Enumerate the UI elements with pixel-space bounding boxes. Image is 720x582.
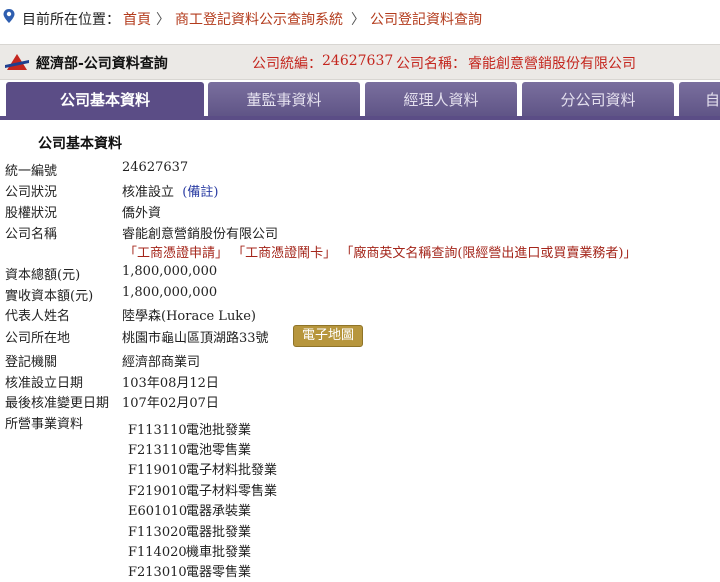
field-label: 公司名稱 — [5, 227, 58, 242]
field-label: 統一編號 — [5, 164, 58, 179]
field-row-status: 公司狀況 核准設立 (備註) — [0, 181, 720, 201]
breadcrumb-system-link[interactable]: 商工登記資料公示查詢系統 — [175, 9, 343, 29]
breadcrumb-current-link[interactable]: 公司登記資料查詢 — [370, 9, 482, 29]
business-item: F113110電池批發業 — [128, 419, 251, 438]
field-row-authority: 登記機關 經濟部商業司 — [0, 351, 720, 371]
tab-basic-info[interactable]: 公司基本資料 — [6, 82, 204, 120]
field-label: 實收資本額(元) — [5, 289, 94, 304]
business-code: F114020 — [128, 545, 187, 560]
field-value: 1,800,000,000 — [122, 264, 218, 279]
field-value: 僑外資 — [122, 206, 162, 221]
ban-label: 公司統編： — [252, 56, 322, 72]
field-label: 代表人姓名 — [5, 309, 71, 324]
field-label: 資本總額(元) — [5, 268, 81, 283]
field-value: 24627637 — [122, 160, 189, 175]
business-name: 電池批發業 — [186, 423, 252, 438]
breadcrumb-separator: 〉 — [351, 12, 365, 28]
field-row-approved: 核准設立日期 103年08月12日 — [0, 372, 720, 392]
breadcrumb-here-label: 目前所在位置： — [22, 12, 120, 28]
field-label: 股權狀況 — [5, 206, 58, 221]
business-name: 電池零售業 — [186, 443, 252, 458]
breadcrumb-home-link[interactable]: 首頁 — [123, 9, 151, 29]
field-label: 核准設立日期 — [5, 376, 84, 391]
field-row-ban: 統一編號 24627637 — [0, 160, 720, 180]
business-item: F219010電子材料零售業 — [128, 480, 277, 499]
business-code: E601010 — [128, 504, 188, 519]
business-code: F213110 — [128, 443, 187, 458]
business-item: F114020機車批發業 — [128, 541, 251, 560]
company-name-label: 公司名稱： — [396, 56, 466, 72]
department-title: 經濟部-公司資料查詢 — [36, 56, 168, 72]
field-value: 桃園市龜山區頂湖路33號 — [122, 331, 269, 346]
cert-apply-link[interactable]: 「工商憑證申請」 — [124, 246, 228, 261]
field-row-ownership: 股權狀況 僑外資 — [0, 202, 720, 222]
business-name: 電器批發業 — [186, 525, 252, 540]
tab-directors[interactable]: 董監事資料 — [208, 82, 360, 118]
business-item: E601010電器承裝業 — [128, 500, 251, 519]
tab-bar: 公司基本資料 董監事資料 經理人資料 分公司資料 自 — [0, 82, 720, 120]
business-name: 電器承裝業 — [186, 504, 252, 519]
field-row-rep: 代表人姓名 陸學森(Horace Luke) — [0, 305, 720, 325]
business-code: F213010 — [128, 565, 187, 580]
field-row-changed: 最後核准變更日期 107年02月07日 — [0, 392, 720, 412]
tab-branches[interactable]: 分公司資料 — [522, 82, 674, 118]
business-item: F213110電池零售業 — [128, 439, 251, 458]
status-note-link[interactable]: (備註) — [182, 185, 218, 200]
status-value: 核准設立 — [122, 185, 175, 200]
business-item: F213010電器零售業 — [128, 561, 251, 580]
tab-more[interactable]: 自 — [679, 82, 720, 118]
field-row-name: 公司名稱 睿能創意營銷股份有限公司 — [0, 223, 720, 243]
field-label: 最後核准變更日期 — [5, 396, 110, 411]
field-label: 公司狀況 — [5, 185, 58, 200]
query-links: 「工商憑證申請」 「工商憑證鬧卡」 「廠商英文名稱查詢(限經營出進口或買賣業務者… — [124, 242, 636, 261]
field-label: 公司所在地 — [5, 331, 71, 346]
business-code: F113110 — [128, 423, 187, 438]
business-item: F113020電器批發業 — [128, 521, 251, 540]
ban-value: 24627637 — [322, 53, 394, 69]
business-code: F219010 — [128, 484, 187, 499]
field-value: 107年02月07日 — [122, 396, 219, 411]
field-label: 所營事業資料 — [5, 417, 84, 432]
section-title: 公司基本資料 — [38, 136, 122, 152]
business-name: 電器零售業 — [186, 565, 252, 580]
business-name: 電子材料零售業 — [186, 484, 278, 499]
cert-card-link[interactable]: 「工商憑證鬧卡」 — [232, 246, 336, 261]
field-value: 核准設立 (備註) — [122, 181, 218, 200]
tab-underline — [0, 116, 720, 120]
header-band: 經濟部-公司資料查詢 公司統編： 24627637 公司名稱： 睿能創意營銷股份… — [0, 44, 720, 80]
business-code: F113020 — [128, 525, 187, 540]
field-value: 陸學森(Horace Luke) — [122, 309, 256, 324]
breadcrumb-separator: 〉 — [156, 12, 170, 28]
location-pin-icon — [3, 9, 15, 23]
field-row-business: 所營事業資料 — [0, 413, 720, 433]
field-value: 1,800,000,000 — [122, 285, 218, 300]
tab-managers[interactable]: 經理人資料 — [365, 82, 517, 118]
company-name-value: 睿能創意營銷股份有限公司 — [468, 56, 636, 72]
business-code: F119010 — [128, 463, 187, 478]
ministry-logo-icon — [5, 54, 29, 70]
field-row-paid-in: 實收資本額(元) 1,800,000,000 — [0, 285, 720, 305]
field-value: 103年08月12日 — [122, 376, 219, 391]
field-value: 睿能創意營銷股份有限公司 — [122, 227, 279, 242]
business-name: 機車批發業 — [186, 545, 252, 560]
business-name: 電子材料批發業 — [186, 463, 278, 478]
field-label: 登記機關 — [5, 355, 58, 370]
breadcrumb: 目前所在位置： 首頁 〉 商工登記資料公示查詢系統 〉 公司登記資料查詢 — [0, 0, 720, 36]
field-value: 經濟部商業司 — [122, 355, 201, 370]
english-name-query-link[interactable]: 「廠商英文名稱查詢(限經營出進口或買賣業務者)」 — [340, 246, 636, 261]
field-row-capital: 資本總額(元) 1,800,000,000 — [0, 264, 720, 284]
electronic-map-button[interactable]: 電子地圖 — [293, 325, 363, 347]
business-item: F119010電子材料批發業 — [128, 459, 277, 478]
